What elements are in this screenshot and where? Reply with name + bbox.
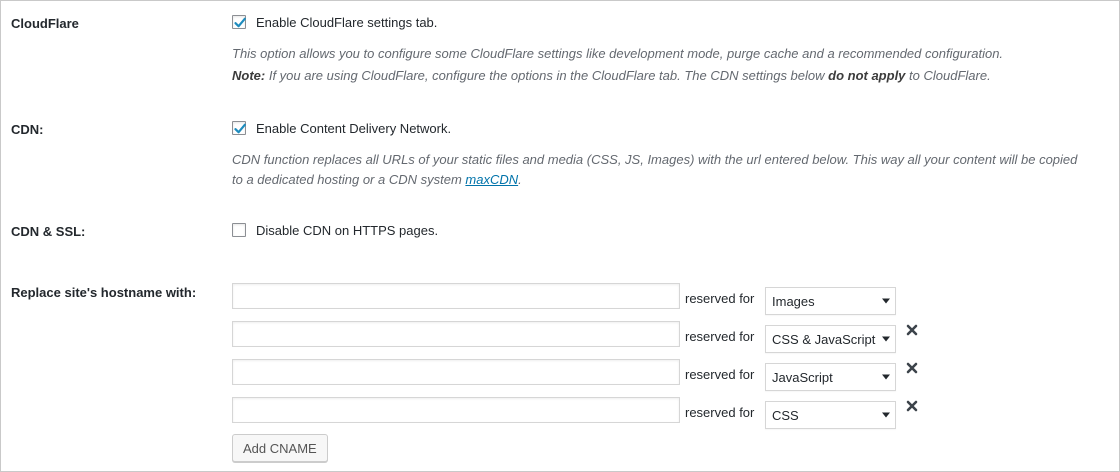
file-type-selected: JavaScript (772, 370, 833, 385)
file-type-selected: CSS & JavaScript (772, 332, 876, 347)
cdn-checkbox[interactable] (232, 121, 246, 135)
reserved-for-label: reserved for (685, 405, 755, 420)
note-bold: do not apply (828, 68, 906, 83)
reserved-for-label: reserved for (685, 367, 755, 382)
file-type-select[interactable]: JavaScript (765, 363, 896, 391)
file-type-select[interactable]: CSS (765, 401, 896, 429)
checkmark-icon (234, 123, 246, 134)
cloudflare-checkbox[interactable] (232, 15, 246, 29)
cloudflare-description: This option allows you to configure some… (232, 46, 1004, 61)
cdn-description-line2: to a dedicated hosting or a CDN system m… (232, 169, 522, 191)
cdn-description-line1: CDN function replaces all URLs of your s… (232, 152, 1078, 167)
note-prefix: Note: (232, 68, 266, 83)
cdn-label: CDN: (11, 122, 44, 137)
note-suffix: to CloudFlare. (905, 68, 991, 83)
cdn-ssl-checkbox[interactable] (232, 223, 246, 237)
settings-panel: CloudFlare Enable CloudFlare settings ta… (0, 0, 1120, 472)
note-text: If you are using CloudFlare, configure t… (265, 68, 829, 83)
file-type-select[interactable]: CSS & JavaScript (765, 325, 896, 353)
cdn-ssl-checkbox-label[interactable]: Disable CDN on HTTPS pages. (256, 223, 438, 238)
cname-input[interactable] (232, 283, 680, 309)
cdn-checkbox-label[interactable]: Enable Content Delivery Network. (256, 121, 451, 136)
maxcdn-link[interactable]: maxCDN (465, 172, 518, 187)
hostname-label: Replace site's hostname with: (11, 285, 197, 300)
close-icon[interactable] (906, 324, 918, 336)
close-icon[interactable] (906, 400, 918, 412)
cdn-desc-prefix: to a dedicated hosting or a CDN system (232, 172, 466, 187)
caret-down-icon (882, 336, 890, 342)
cname-input[interactable] (232, 397, 680, 423)
caret-down-icon (882, 298, 890, 304)
checkmark-icon (234, 17, 246, 28)
file-type-select[interactable]: Images (765, 287, 896, 315)
add-cname-button[interactable]: Add CNAME (232, 434, 328, 462)
cloudflare-label: CloudFlare (11, 16, 79, 31)
caret-down-icon (882, 374, 890, 380)
caret-down-icon (882, 412, 890, 418)
cdn-ssl-label: CDN & SSL: (11, 224, 86, 239)
close-icon[interactable] (906, 362, 918, 374)
reserved-for-label: reserved for (685, 291, 755, 306)
cdn-desc-suffix: . (518, 172, 522, 187)
reserved-for-label: reserved for (685, 329, 755, 344)
cname-input[interactable] (232, 321, 680, 347)
cloudflare-checkbox-label[interactable]: Enable CloudFlare settings tab. (256, 15, 437, 30)
cname-input[interactable] (232, 359, 680, 385)
cloudflare-note: Note: If you are using CloudFlare, confi… (232, 65, 991, 87)
file-type-selected: CSS (772, 408, 799, 423)
file-type-selected: Images (772, 294, 815, 309)
